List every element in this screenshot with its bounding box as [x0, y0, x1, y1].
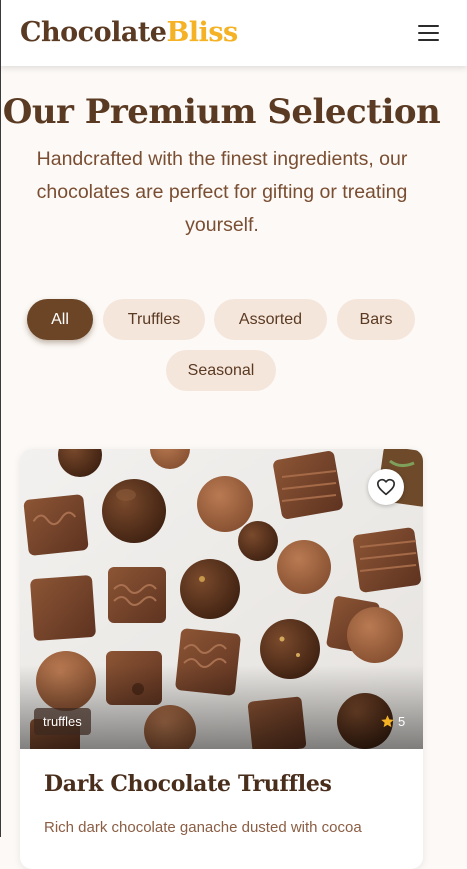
product-name[interactable]: Dark Chocolate Truffles	[44, 771, 332, 797]
window-edge	[0, 0, 1, 837]
product-image	[20, 449, 423, 749]
menu-bar	[417, 32, 439, 34]
category-badge: truffles	[34, 708, 91, 735]
brand-name-accent: Bliss	[166, 17, 238, 48]
page-subtitle: Handcrafted with the finest ingredients,…	[36, 148, 408, 236]
menu-bar	[417, 39, 439, 41]
rating-value: 5	[398, 713, 406, 729]
star-icon	[381, 714, 394, 727]
heart-outline-icon	[377, 478, 395, 496]
product-card[interactable]: truffles 5 Dark Chocolate Truffles Rich …	[20, 449, 423, 869]
rating-display: 5	[380, 711, 405, 731]
filter-chip-all[interactable]: All	[27, 299, 93, 340]
filter-chip-bars[interactable]: Bars	[337, 299, 415, 340]
filter-chip-assorted[interactable]: Assorted	[214, 299, 327, 340]
favorite-button[interactable]	[368, 469, 404, 505]
menu-bar	[417, 25, 439, 27]
brand-logo[interactable]: Chocolate Bliss	[20, 15, 238, 51]
page-title: Our Premium Selection	[2, 92, 441, 132]
filter-chip-seasonal[interactable]: Seasonal	[166, 350, 276, 391]
site-header: Chocolate Bliss	[0, 0, 467, 66]
hamburger-menu-icon[interactable]	[414, 20, 442, 46]
brand-name-primary: Chocolate	[20, 17, 167, 48]
product-description: Rich dark chocolate ganache dusted with …	[44, 819, 362, 836]
filter-chip-truffles[interactable]: Truffles	[103, 299, 205, 340]
